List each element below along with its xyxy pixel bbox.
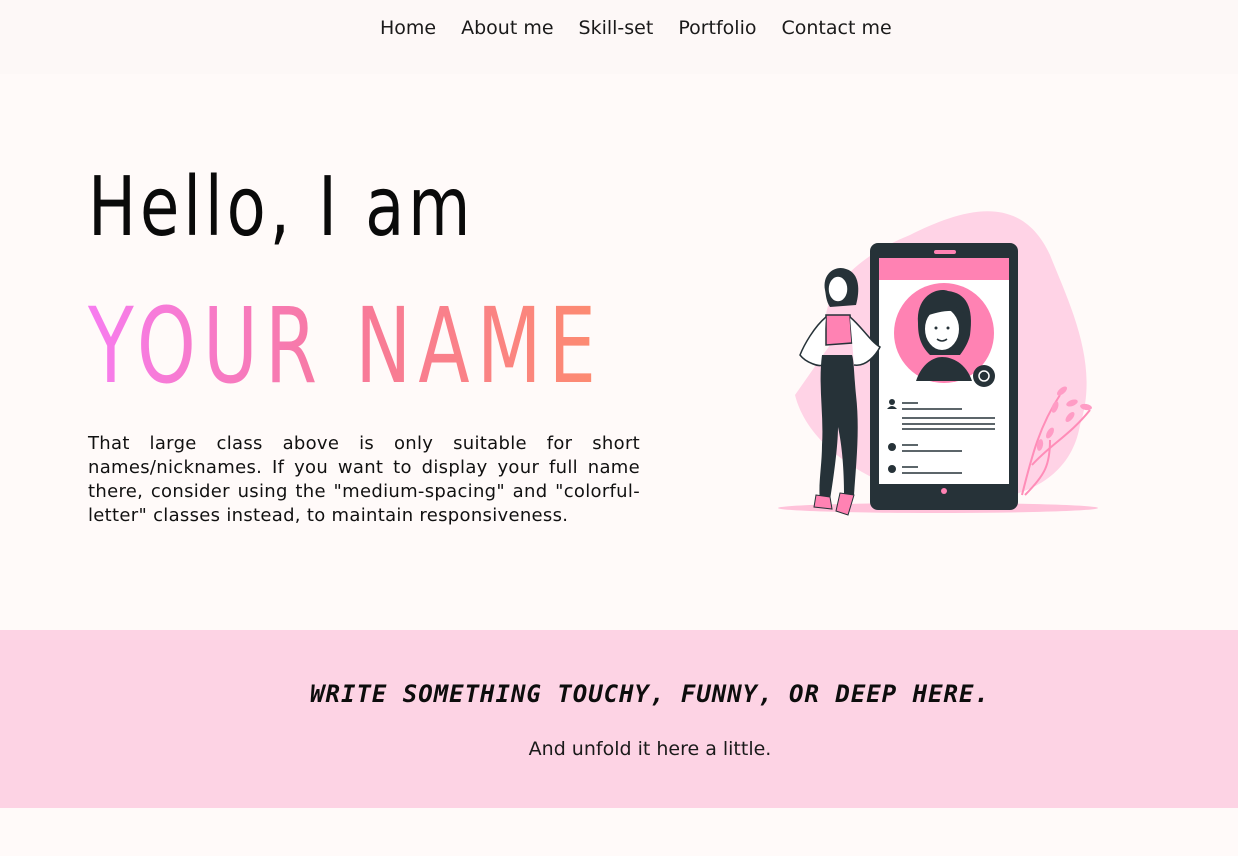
nav-link-contact[interactable]: Contact me <box>782 17 892 39</box>
quote-subtitle: And unfold it here a little. <box>528 738 772 760</box>
nav-links: Home About me Skill-set Portfolio Contac… <box>380 17 917 39</box>
nav-link-skills[interactable]: Skill-set <box>579 17 654 39</box>
profile-phone-illustration <box>778 211 1098 516</box>
camera-icon <box>973 365 995 387</box>
hero-name: YOUR NAME <box>88 285 604 407</box>
nav-link-portfolio[interactable]: Portfolio <box>678 17 756 39</box>
hero-greeting: Hello, I am <box>88 160 475 255</box>
phone-header-bar <box>879 258 1009 280</box>
phone-home-button <box>941 488 947 494</box>
avatar-face <box>916 290 972 381</box>
phone-speaker <box>934 250 956 254</box>
nav-link-home[interactable]: Home <box>380 17 436 39</box>
quote-title: WRITE SOMETHING TOUCHY, FUNNY, OR DEEP H… <box>310 680 990 708</box>
hero-description: That large class above is only suitable … <box>88 433 640 526</box>
top-navbar: Home About me Skill-set Portfolio Contac… <box>0 0 1238 74</box>
quote-section: WRITE SOMETHING TOUCHY, FUNNY, OR DEEP H… <box>0 630 1238 808</box>
nav-link-about[interactable]: About me <box>461 17 553 39</box>
